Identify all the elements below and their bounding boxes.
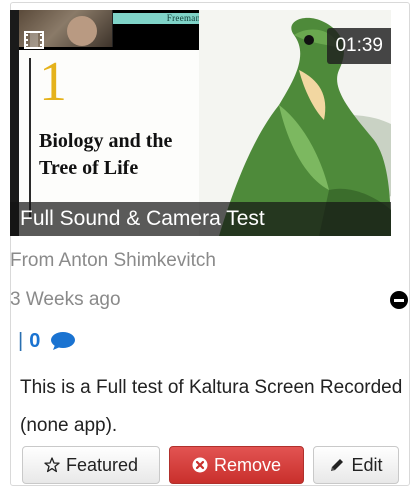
owner-text: From Anton Shimkevitch — [10, 250, 216, 271]
video-title[interactable]: Full Sound & Camera Test — [10, 202, 391, 236]
comment-stats[interactable]: | 0 — [18, 328, 76, 354]
chat-bubble-icon — [51, 332, 76, 350]
featured-button[interactable]: Featured — [22, 446, 160, 484]
pencil-icon — [331, 459, 344, 471]
remove-label: Remove — [213, 455, 282, 475]
slide-chapter-title: Biology and the Tree of Life — [39, 130, 173, 179]
timestamp-text: 3 Weeks ago — [10, 289, 121, 310]
video-thumbnail[interactable]: Freeman Quillin Allison 1 Biology and th… — [10, 10, 391, 236]
film-icon — [24, 31, 44, 49]
slide-chapter-number: 1 — [39, 51, 67, 113]
comment-count: 0 — [29, 330, 41, 352]
featured-label: Featured — [65, 455, 139, 475]
media-description: This is a Full test of Kaltura Screen Re… — [20, 377, 403, 436]
times-circle-icon — [192, 457, 208, 473]
remove-button[interactable]: Remove — [169, 446, 304, 484]
edit-button[interactable]: Edit — [313, 446, 399, 484]
stats-separator: | — [18, 330, 24, 352]
slide-rule — [29, 58, 31, 218]
edit-label: Edit — [351, 455, 383, 475]
duration-badge: 01:39 — [327, 28, 391, 64]
star-outline-icon — [44, 457, 60, 473]
minus-circle-icon[interactable] — [390, 291, 408, 309]
